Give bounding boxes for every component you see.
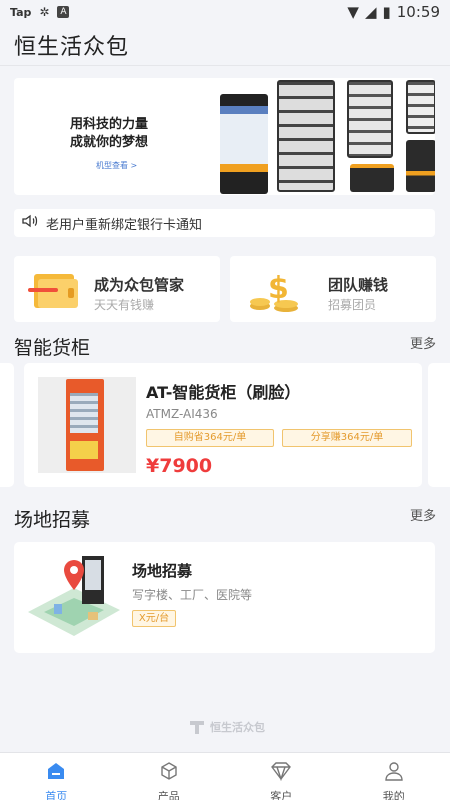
tab-label: 首页 <box>45 790 68 800</box>
bottom-tab-bar: 首页 产品 客户 我的 <box>0 752 450 800</box>
tab-label: 产品 <box>157 790 180 800</box>
vending-machine-image <box>220 94 268 194</box>
sync-icon: ✲ <box>39 5 50 19</box>
become-manager-card[interactable]: 成为众包管家 天天有钱赚 <box>14 256 220 322</box>
user-icon <box>384 761 404 784</box>
notice-text: 老用户重新绑定银行卡通知 <box>46 217 203 233</box>
banner-headline-2: 成就你的梦想 <box>70 135 149 150</box>
card-title: 团队赚钱 <box>328 276 389 294</box>
money-icon: $ <box>246 268 304 318</box>
footer-brand-logo: 恒生活众包 <box>188 718 265 736</box>
home-icon <box>46 761 66 784</box>
tab-products[interactable]: 产品 <box>113 753 226 800</box>
vending-machine-image <box>406 140 435 192</box>
product-title: AT-智能货柜（刷脸） <box>146 383 301 402</box>
site-price-tag: X元/台 <box>132 610 176 627</box>
notice-bar[interactable]: 老用户重新绑定银行卡通知 <box>14 209 435 237</box>
svg-text:$: $ <box>268 271 289 306</box>
tab-mine[interactable]: 我的 <box>338 753 450 800</box>
prev-product-card[interactable] <box>0 363 14 487</box>
app-bar: 恒生活众包 <box>0 24 450 66</box>
share-earn-tag: 分享赚364元/单 <box>282 429 412 447</box>
banner-link[interactable]: 机型查看 > <box>96 160 137 171</box>
next-product-card[interactable] <box>428 363 450 487</box>
folder-icon <box>28 270 84 316</box>
status-bar: Tap ✲ A ▼ ◢ ▮ 10:59 <box>0 0 450 24</box>
smart-cabinet-more-link[interactable]: 更多 <box>410 333 436 352</box>
battery-icon: ▮ <box>382 3 391 21</box>
vending-machine-image <box>350 164 394 192</box>
tab-customers[interactable]: 客户 <box>225 753 338 800</box>
product-card[interactable]: AT-智能货柜（刷脸） ATMZ-AI436 自购省364元/单 分享赚364元… <box>24 363 422 487</box>
self-save-tag: 自购省364元/单 <box>146 429 274 447</box>
diamond-icon <box>270 761 292 784</box>
brand-logo-icon <box>190 721 204 734</box>
notification-a-icon: A <box>57 6 70 18</box>
tab-label: 我的 <box>382 790 405 800</box>
team-earn-card[interactable]: $ 团队赚钱 招募团员 <box>230 256 436 322</box>
product-price: ¥7900 <box>146 455 213 477</box>
cabinet-image <box>38 377 136 473</box>
section-title-smart-cabinet: 智能货柜 <box>14 337 91 359</box>
signal-icon: ◢ <box>364 3 377 21</box>
tab-label: 客户 <box>270 790 293 800</box>
app-title: 恒生活众包 <box>14 34 130 60</box>
banner-headline: 用科技的力量 成就你的梦想 <box>70 116 148 152</box>
banner-headline-1: 用科技的力量 <box>70 117 149 132</box>
product-code: ATMZ-AI436 <box>146 407 218 421</box>
card-subtitle: 天天有钱赚 <box>94 298 155 312</box>
wifi-icon: ▼ <box>347 3 359 21</box>
site-recruit-card[interactable]: 场地招募 写字楼、工厂、医院等 X元/台 <box>14 542 435 653</box>
site-subtitle: 写字楼、工厂、医院等 <box>132 588 253 602</box>
carrier-label: Tap <box>10 5 32 19</box>
card-subtitle: 招募团员 <box>328 298 377 312</box>
footer-brand-text: 恒生活众包 <box>210 721 265 734</box>
clock: 10:59 <box>396 3 440 21</box>
tab-home[interactable]: 首页 <box>0 753 113 800</box>
vending-machine-image <box>406 80 435 134</box>
card-title: 成为众包管家 <box>94 276 185 294</box>
speaker-icon <box>22 214 38 232</box>
map-illustration <box>24 552 122 644</box>
promo-banner[interactable]: 用科技的力量 成就你的梦想 机型查看 > <box>14 78 435 195</box>
site-recruit-more-link[interactable]: 更多 <box>410 505 436 524</box>
section-title-site-recruit: 场地招募 <box>14 509 91 531</box>
vending-machine-image <box>347 80 393 158</box>
site-title: 场地招募 <box>132 562 193 580</box>
vending-machine-image <box>277 80 335 192</box>
box-icon <box>159 761 179 784</box>
